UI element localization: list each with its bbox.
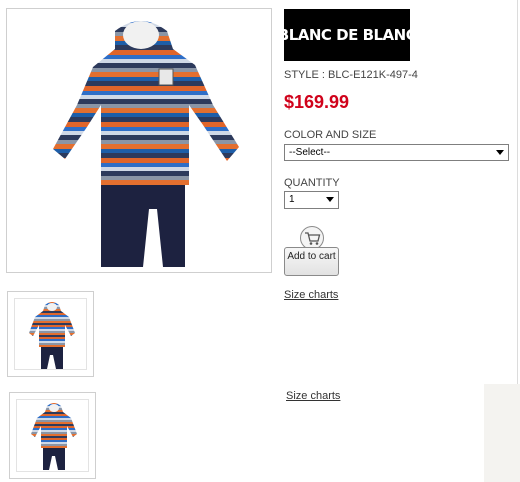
thumbnail-1[interactable] bbox=[7, 291, 94, 377]
product-style: STYLE : BLC-E121K-497-4 bbox=[284, 69, 418, 81]
thumbnail-image bbox=[29, 302, 75, 369]
size-charts-link[interactable]: Size charts bbox=[284, 289, 338, 301]
product-price: $169.99 bbox=[284, 92, 350, 112]
size-charts-link-2[interactable]: Size charts bbox=[286, 390, 340, 402]
thumbnail-image bbox=[31, 403, 77, 470]
brand-logo-text: BLANC DE BLANC bbox=[277, 26, 417, 44]
quantity-selected: 1 bbox=[289, 194, 295, 205]
thumbnail-frame bbox=[14, 298, 87, 370]
quantity-label: QUANTITY bbox=[284, 177, 340, 189]
add-to-cart-button[interactable]: Add to cart bbox=[284, 247, 339, 276]
thumbnail-frame bbox=[16, 399, 89, 472]
brand-logo: BLANC DE BLANC bbox=[278, 9, 417, 61]
page-divider bbox=[517, 0, 518, 384]
cart-glyph bbox=[305, 232, 321, 245]
quantity-select[interactable]: 1 bbox=[284, 191, 339, 209]
thumbnail-2[interactable] bbox=[9, 392, 96, 479]
snowsuit-image bbox=[53, 21, 239, 267]
add-to-cart-label: Add to cart bbox=[287, 251, 336, 262]
color-size-selected: --Select-- bbox=[289, 147, 331, 158]
color-size-select[interactable]: --Select-- bbox=[284, 144, 509, 161]
side-panel bbox=[484, 384, 520, 482]
chevron-down-icon bbox=[326, 197, 334, 202]
main-product-image[interactable] bbox=[6, 8, 272, 273]
chevron-down-icon bbox=[496, 150, 504, 155]
color-size-label: COLOR AND SIZE bbox=[284, 129, 377, 141]
